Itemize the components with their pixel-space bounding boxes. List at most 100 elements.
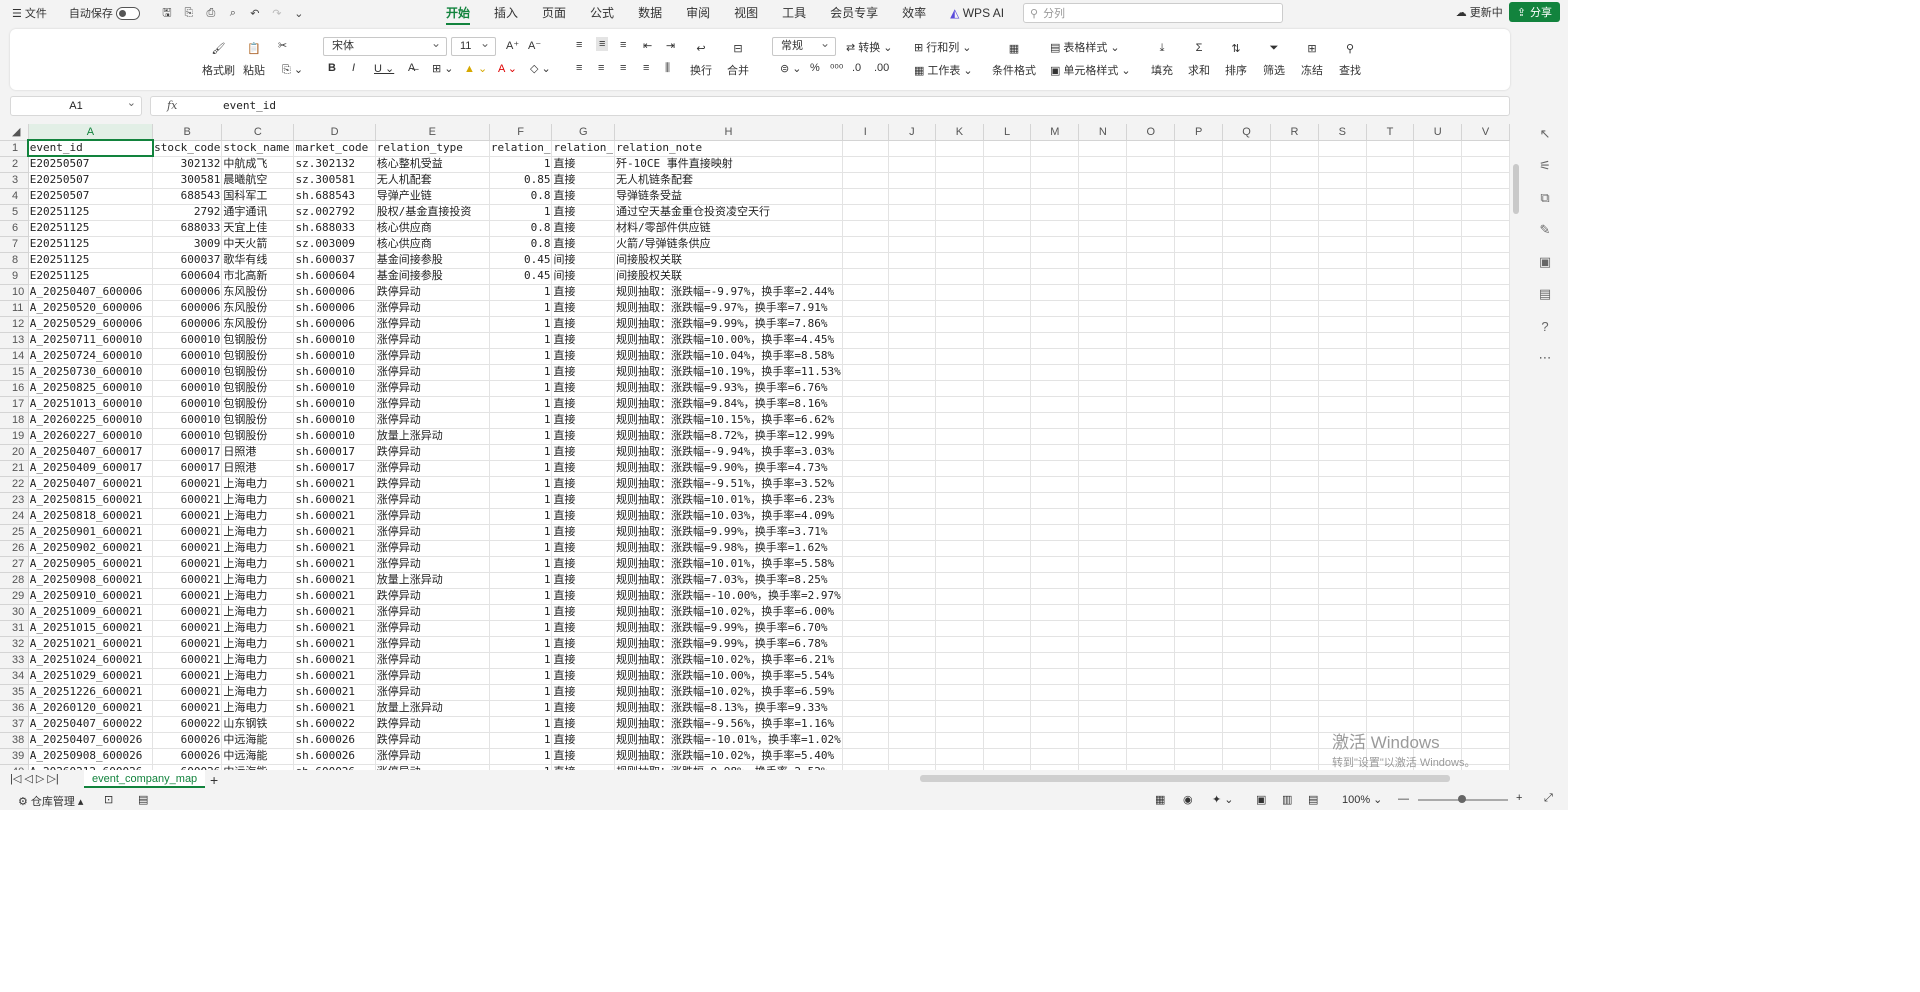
zoom-level[interactable]: 100% ⌄ — [1342, 793, 1382, 807]
cell[interactable] — [1078, 492, 1128, 509]
more-icon[interactable]: ⋯ — [1536, 348, 1554, 368]
cell[interactable] — [888, 204, 937, 221]
cell[interactable] — [1078, 748, 1128, 765]
cell[interactable]: 直接 — [551, 572, 616, 589]
cell[interactable]: 规则抽取：涨跌幅=10.02%，换手率=6.21% — [614, 652, 843, 669]
cell[interactable]: 直接 — [551, 652, 616, 669]
cell[interactable]: 间接股权关联 — [614, 268, 843, 285]
cell[interactable] — [842, 716, 889, 733]
cell[interactable]: 规则抽取：涨跌幅=10.01%，换手率=5.58% — [614, 556, 843, 573]
cell[interactable]: 无人机链条配套 — [614, 172, 843, 189]
cell[interactable] — [1461, 556, 1510, 573]
cell[interactable]: 上海电力 — [221, 700, 295, 717]
cell[interactable] — [1174, 204, 1224, 221]
cell[interactable] — [1366, 140, 1415, 157]
row-header[interactable]: 13 — [0, 332, 29, 349]
cell[interactable]: 跌停异动 — [375, 444, 490, 461]
cell[interactable]: A_20250825_600010 — [28, 380, 154, 397]
cell[interactable] — [1413, 636, 1463, 653]
sum-button[interactable]: Σ 求和 — [1187, 37, 1211, 78]
undo-icon[interactable]: ↶ — [246, 4, 264, 22]
cell[interactable] — [1222, 332, 1272, 349]
cell[interactable] — [1222, 172, 1272, 189]
cell[interactable] — [842, 588, 889, 605]
fill-color-icon[interactable]: ▲ ⌄ — [464, 62, 487, 75]
cell[interactable] — [1270, 700, 1319, 717]
row-header[interactable]: 11 — [0, 300, 29, 317]
cell[interactable]: sh.600604 — [293, 268, 376, 285]
cell[interactable] — [1461, 412, 1510, 429]
cell[interactable]: sh.600021 — [293, 700, 376, 717]
cell[interactable]: stock_name — [221, 140, 295, 157]
cell[interactable]: 规则抽取：涨跌幅=10.00%，换手率=5.54% — [614, 668, 843, 685]
cell[interactable] — [888, 748, 937, 765]
cell[interactable]: 规则抽取：涨跌幅=10.04%，换手率=8.58% — [614, 348, 843, 365]
italic-icon[interactable]: I — [352, 62, 355, 74]
cell[interactable]: E20250507 — [28, 172, 154, 189]
cell[interactable]: 规则抽取：涨跌幅=10.02%，换手率=5.40% — [614, 748, 843, 765]
cell[interactable] — [1413, 460, 1463, 477]
cell[interactable]: 1 — [489, 428, 553, 445]
cell[interactable]: E20251125 — [28, 204, 154, 221]
cell[interactable] — [888, 716, 937, 733]
update-status[interactable]: ☁ 更新中 — [1456, 4, 1503, 20]
cell[interactable] — [1222, 508, 1272, 525]
vertical-scrollbar[interactable] — [1510, 142, 1522, 768]
cell[interactable] — [842, 348, 889, 365]
cell[interactable]: sh.600021 — [293, 476, 376, 493]
print-icon[interactable]: ⎙ — [202, 4, 220, 22]
cell[interactable]: sh.600006 — [293, 300, 376, 317]
spreadsheet-grid[interactable]: ◢ A B C D E F G H I J K L M N O P Q R S T U V 1 event_id stock_c… — [0, 124, 1510, 770]
cell[interactable]: 600010 — [152, 364, 223, 381]
cell[interactable] — [1174, 540, 1224, 557]
cell[interactable] — [1461, 316, 1510, 333]
cell[interactable]: 规则抽取：涨跌幅=7.03%，换手率=8.25% — [614, 572, 843, 589]
cell[interactable]: A_20251226_600021 — [28, 684, 154, 701]
cell[interactable] — [1413, 364, 1463, 381]
cell[interactable] — [888, 364, 937, 381]
cell[interactable] — [1366, 492, 1415, 509]
tab-home[interactable]: 开始 — [434, 0, 482, 26]
cell[interactable] — [1413, 668, 1463, 685]
row-header[interactable]: 25 — [0, 524, 29, 541]
cell[interactable]: 直接 — [551, 476, 616, 493]
cell[interactable]: 直接 — [551, 428, 616, 445]
decimal-decrease-icon[interactable]: .00 — [874, 62, 889, 74]
cell[interactable] — [935, 540, 984, 557]
cell[interactable]: 直接 — [551, 348, 616, 365]
cell[interactable]: E20251125 — [28, 252, 154, 269]
cell[interactable] — [888, 684, 937, 701]
cell[interactable] — [888, 652, 937, 669]
cell[interactable] — [1126, 508, 1176, 525]
cell[interactable]: 上海电力 — [221, 556, 295, 573]
cell[interactable] — [1030, 204, 1080, 221]
cell[interactable] — [1318, 268, 1367, 285]
cell[interactable]: 直接 — [551, 636, 616, 653]
cell[interactable] — [1222, 732, 1272, 749]
cell[interactable] — [888, 604, 937, 621]
cell[interactable] — [935, 236, 984, 253]
cell[interactable] — [1413, 588, 1463, 605]
column-header-k[interactable]: K — [935, 124, 984, 141]
cell[interactable] — [983, 524, 1032, 541]
cell[interactable]: 涨停异动 — [375, 684, 490, 701]
cell[interactable]: 歌华有线 — [221, 252, 295, 269]
cell[interactable]: 中航成飞 — [221, 156, 295, 173]
cell[interactable] — [888, 332, 937, 349]
row-header[interactable]: 34 — [0, 668, 29, 685]
zoom-slider-handle[interactable] — [1458, 795, 1466, 803]
align-middle-icon[interactable]: ≡ — [596, 37, 609, 51]
cell[interactable] — [1174, 332, 1224, 349]
cell[interactable]: A_20250910_600021 — [28, 588, 154, 605]
cell[interactable] — [1030, 140, 1080, 157]
cell[interactable]: 涨停异动 — [375, 524, 490, 541]
row-header[interactable]: 32 — [0, 636, 29, 653]
cell[interactable] — [1174, 700, 1224, 717]
cell[interactable] — [1461, 204, 1510, 221]
cell[interactable] — [1413, 540, 1463, 557]
cell[interactable] — [1222, 588, 1272, 605]
cell[interactable] — [1222, 636, 1272, 653]
cell[interactable] — [1222, 540, 1272, 557]
cell[interactable] — [983, 716, 1032, 733]
column-header-b[interactable]: B — [152, 124, 223, 141]
